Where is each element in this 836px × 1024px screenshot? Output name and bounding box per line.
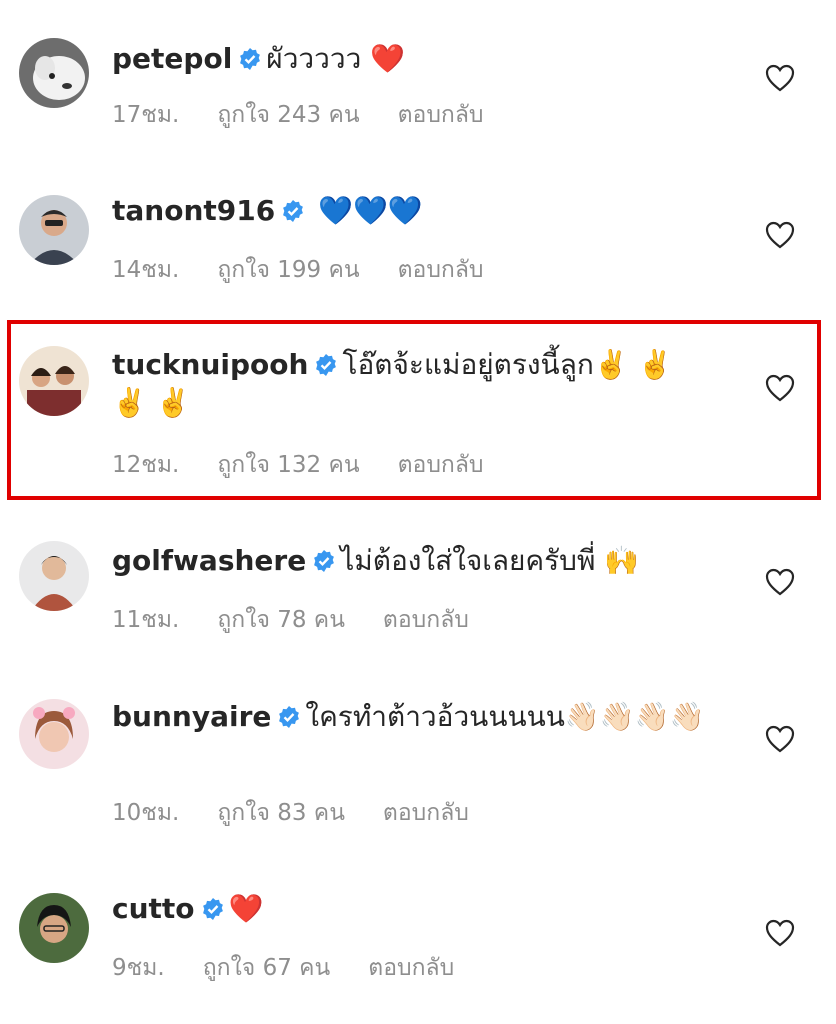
heart-outline-icon[interactable] — [765, 221, 795, 249]
avatar[interactable] — [19, 195, 89, 265]
avatar[interactable] — [19, 893, 89, 963]
heart-outline-icon[interactable] — [765, 374, 795, 402]
heart-outline-icon[interactable] — [765, 568, 795, 596]
verified-badge-icon — [240, 48, 261, 70]
comment-emoji: ❤️ — [370, 42, 406, 75]
like-count[interactable]: ถูกใจ 132 คน — [217, 452, 359, 478]
comment-emoji: 💙💙💙 — [318, 194, 423, 227]
like-count[interactable]: ถูกใจ 199 คน — [217, 257, 359, 283]
reply-button[interactable]: ตอบกลับ — [398, 102, 484, 128]
heart-outline-icon[interactable] — [765, 64, 795, 92]
username[interactable]: petepol — [112, 42, 232, 75]
comment-text: ผัววววว — [266, 42, 362, 75]
username[interactable]: tucknuipooh — [112, 348, 308, 381]
reply-button[interactable]: ตอบกลับ — [383, 800, 469, 826]
like-count[interactable]: ถูกใจ 243 คน — [217, 102, 359, 128]
reply-button[interactable]: ตอบกลับ — [398, 257, 484, 283]
verified-badge-icon — [314, 550, 335, 572]
verified-badge-icon — [316, 354, 337, 376]
comment-emoji: 🙌 — [604, 544, 640, 577]
comment-text: ไม่ต้องใส่ใจเลยครับพี่ — [340, 544, 596, 577]
like-count[interactable]: ถูกใจ 67 คน — [203, 955, 331, 981]
avatar[interactable] — [19, 699, 89, 769]
heart-outline-icon[interactable] — [765, 919, 795, 947]
username[interactable]: tanont916 — [112, 194, 275, 227]
avatar[interactable] — [19, 346, 89, 416]
like-count[interactable]: ถูกใจ 78 คน — [217, 607, 345, 633]
username[interactable]: golfwashere — [112, 544, 306, 577]
comment-time: 12ชม. — [112, 452, 180, 478]
comment-text: ใครทำต้าวอ้วนนนนน — [305, 700, 565, 733]
reply-button[interactable]: ตอบกลับ — [383, 607, 469, 633]
username[interactable]: cutto — [112, 892, 195, 925]
reply-button[interactable]: ตอบกลับ — [368, 955, 454, 981]
reply-button[interactable]: ตอบกลับ — [398, 452, 484, 478]
username[interactable]: bunnyaire — [112, 700, 271, 733]
comment-time: 9ชม. — [112, 955, 165, 981]
comment-emoji: 👋🏻👋🏻👋🏻👋🏻 — [564, 700, 705, 733]
heart-outline-icon[interactable] — [765, 725, 795, 753]
verified-badge-icon — [202, 898, 223, 920]
comment-emoji: ❤️ — [228, 892, 264, 925]
comment-text: โอ๊ตจ้ะแม่อยู่ตรงนี้ลูก — [342, 348, 594, 381]
verified-badge-icon — [279, 706, 300, 728]
comment-time: 10ชม. — [112, 800, 180, 826]
comment-time: 14ชม. — [112, 257, 180, 283]
like-count[interactable]: ถูกใจ 83 คน — [217, 800, 345, 826]
avatar[interactable] — [19, 38, 89, 108]
comment-time: 11ชม. — [112, 607, 180, 633]
verified-badge-icon — [283, 200, 304, 222]
avatar[interactable] — [19, 541, 89, 611]
comment-time: 17ชม. — [112, 102, 180, 128]
